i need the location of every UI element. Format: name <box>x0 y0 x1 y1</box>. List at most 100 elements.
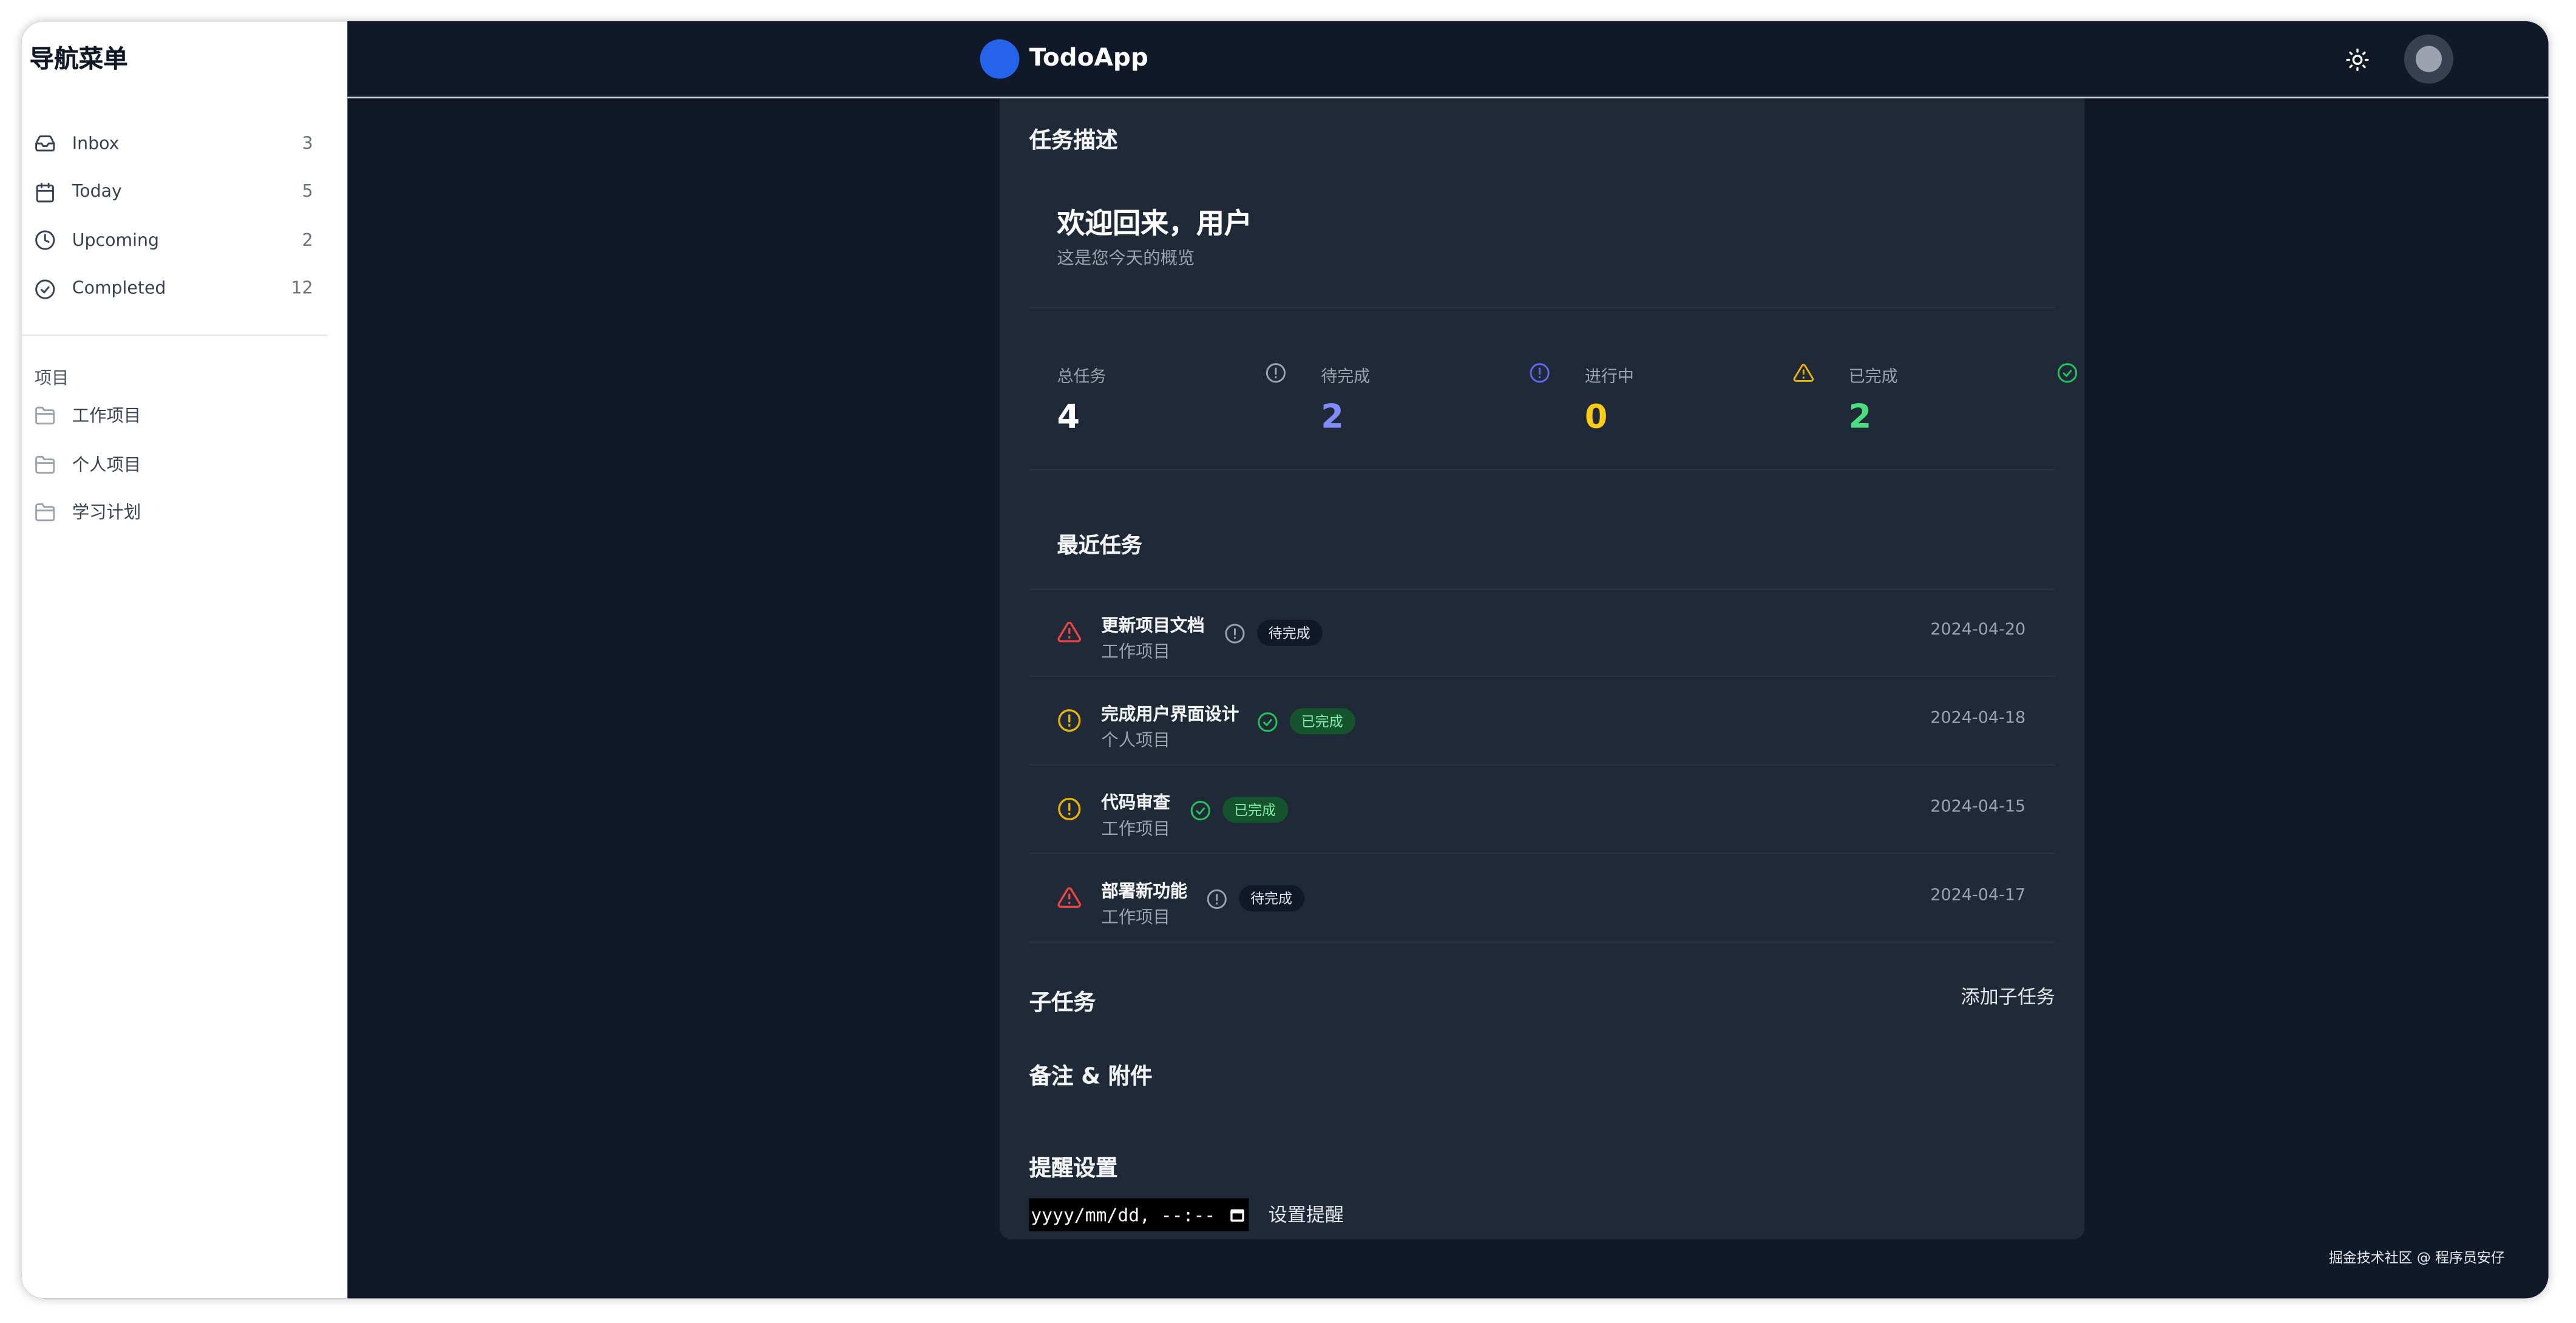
task-status: 待完成 <box>1206 885 1304 912</box>
set-reminder-button[interactable]: 设置提醒 <box>1269 1202 1344 1228</box>
info-circle-icon <box>1530 363 1550 383</box>
theme-toggle-button[interactable] <box>2340 43 2373 75</box>
task-name: 代码审查 <box>1101 793 1170 814</box>
sidebar-item-label: Upcoming <box>72 231 159 251</box>
info-circle-icon <box>1225 623 1245 643</box>
project-label: 工作项目 <box>72 407 141 427</box>
sidebar-nav: Inbox 3 Today 5 Upcoming 2 Completed 12 <box>21 120 347 313</box>
stat-completed: 已完成 2 <box>1848 362 2078 437</box>
sidebar-project-work[interactable]: 工作项目 <box>21 392 347 440</box>
task-row[interactable]: 代码审查 工作项目 已完成 2024-04-15 <box>1029 766 2055 854</box>
stat-label: 待完成 <box>1321 369 1371 387</box>
folder-icon <box>35 503 55 522</box>
sidebar-divider <box>21 334 328 336</box>
project-label: 学习计划 <box>72 503 141 523</box>
alert-circle-icon <box>1058 709 1081 732</box>
sidebar-item-inbox[interactable]: Inbox 3 <box>21 120 347 168</box>
stat-value: 2 <box>1321 396 1344 437</box>
status-badge: 已完成 <box>1222 797 1287 823</box>
reminder-input-value: yyyy/mm/dd, --:-- <box>1031 1204 1216 1226</box>
task-row[interactable]: 完成用户界面设计 个人项目 已完成 2024-04-18 <box>1029 677 2055 766</box>
task-text: 代码审查 工作项目 <box>1101 784 1170 842</box>
task-status: 待完成 <box>1224 619 1322 646</box>
check-circle-icon <box>35 279 55 299</box>
task-project: 工作项目 <box>1101 642 1170 662</box>
subtasks-title: 子任务 <box>1029 990 1096 1016</box>
warning-triangle-icon <box>1057 887 1082 908</box>
avatar-button[interactable] <box>2404 34 2453 84</box>
task-text: 部署新功能 工作项目 <box>1101 872 1187 930</box>
task-name: 完成用户界面设计 <box>1101 705 1239 725</box>
check-circle-icon <box>2057 363 2078 383</box>
sidebar-item-upcoming[interactable]: Upcoming 2 <box>21 216 347 265</box>
description-title: 任务描述 <box>1029 128 1118 154</box>
top-header: TodoApp <box>347 21 2549 98</box>
sidebar: 导航菜单 Inbox 3 Today 5 Upcoming 2 Complete… <box>21 21 348 1299</box>
app-window: 导航菜单 Inbox 3 Today 5 Upcoming 2 Complete… <box>21 21 2549 1299</box>
stat-label: 进行中 <box>1584 369 1634 387</box>
calendar-icon[interactable] <box>1229 1206 1246 1223</box>
project-label: 个人项目 <box>72 455 141 475</box>
status-badge: 已完成 <box>1289 708 1355 735</box>
clock-icon <box>35 231 55 251</box>
app-title: TodoApp <box>1029 43 1148 72</box>
warning-triangle-icon <box>1057 621 1082 642</box>
inbox-icon <box>35 135 55 152</box>
check-circle-icon <box>1258 711 1278 732</box>
sidebar-item-label: Inbox <box>72 134 120 154</box>
recent-task-list: 更新项目文档 工作项目 待完成 2024-04-20 完成用户界面设计 个人项目… <box>1029 588 2055 943</box>
sun-icon <box>2345 47 2368 70</box>
task-detail-card: 任务描述 欢迎回来，用户 这是您今天的概览 总任务 4 待完成 2 进行中 0 … <box>1000 67 2085 1240</box>
info-circle-icon <box>1207 888 1227 908</box>
stat-in-progress: 进行中 0 <box>1584 362 1814 436</box>
screenshot-stage: 导航菜单 Inbox 3 Today 5 Upcoming 2 Complete… <box>0 0 2576 1323</box>
recent-tasks-title: 最近任务 <box>1057 534 1142 559</box>
app-logo <box>980 39 1020 79</box>
task-project: 个人项目 <box>1101 731 1170 751</box>
divider <box>1029 469 2055 471</box>
stat-pending: 待完成 2 <box>1321 362 1550 437</box>
status-badge: 待完成 <box>1239 885 1304 912</box>
projects-heading: 项目 <box>34 369 69 389</box>
add-subtask-button[interactable]: 添加子任务 <box>1961 984 2055 1010</box>
task-row[interactable]: 部署新功能 工作项目 待完成 2024-04-17 <box>1029 854 2055 943</box>
stat-value: 2 <box>1848 396 1872 437</box>
task-text: 完成用户界面设计 个人项目 <box>1101 695 1239 753</box>
task-name: 部署新功能 <box>1101 882 1188 902</box>
task-date: 2024-04-20 <box>1930 621 2026 639</box>
sidebar-item-count: 5 <box>302 182 313 202</box>
warning-triangle-icon <box>1793 364 1814 382</box>
sidebar-item-count: 12 <box>291 279 313 299</box>
folder-icon <box>35 455 55 474</box>
sidebar-item-count: 3 <box>302 134 313 154</box>
task-project: 工作项目 <box>1101 820 1170 840</box>
sidebar-item-completed[interactable]: Completed 12 <box>21 265 347 313</box>
info-circle-icon <box>1266 363 1286 383</box>
folder-icon <box>35 407 55 425</box>
task-date: 2024-04-15 <box>1930 798 2026 817</box>
task-row[interactable]: 更新项目文档 工作项目 待完成 2024-04-20 <box>1029 588 2055 678</box>
task-status: 已完成 <box>1190 797 1287 823</box>
task-date: 2024-04-18 <box>1930 710 2026 728</box>
sidebar-title: 导航菜单 <box>29 44 128 74</box>
stat-label: 总任务 <box>1057 369 1107 387</box>
sidebar-project-study[interactable]: 学习计划 <box>21 489 347 537</box>
task-status: 已完成 <box>1257 708 1355 735</box>
welcome-subtitle: 这是您今天的概览 <box>1057 249 1195 269</box>
reminder-datetime-input[interactable]: yyyy/mm/dd, --:-- <box>1029 1198 1249 1231</box>
check-circle-icon <box>1190 800 1210 820</box>
watermark: 掘金技术社区 @ 程序员安仔 <box>2328 1251 2505 1268</box>
sidebar-item-label: Today <box>72 182 122 202</box>
task-date: 2024-04-17 <box>1930 886 2026 905</box>
notes-title: 备注 & 附件 <box>1029 1064 1153 1090</box>
sidebar-project-personal[interactable]: 个人项目 <box>21 440 347 489</box>
project-list: 工作项目 个人项目 学习计划 <box>21 392 347 537</box>
reminder-title: 提醒设置 <box>1029 1155 1118 1182</box>
task-project: 工作项目 <box>1101 908 1170 928</box>
stat-value: 4 <box>1057 396 1080 437</box>
alert-circle-icon <box>1058 797 1081 821</box>
stat-total: 总任务 4 <box>1057 362 1287 437</box>
sidebar-item-today[interactable]: Today 5 <box>21 168 347 217</box>
sidebar-item-label: Completed <box>72 279 166 299</box>
welcome-title: 欢迎回来，用户 <box>1057 208 1252 241</box>
